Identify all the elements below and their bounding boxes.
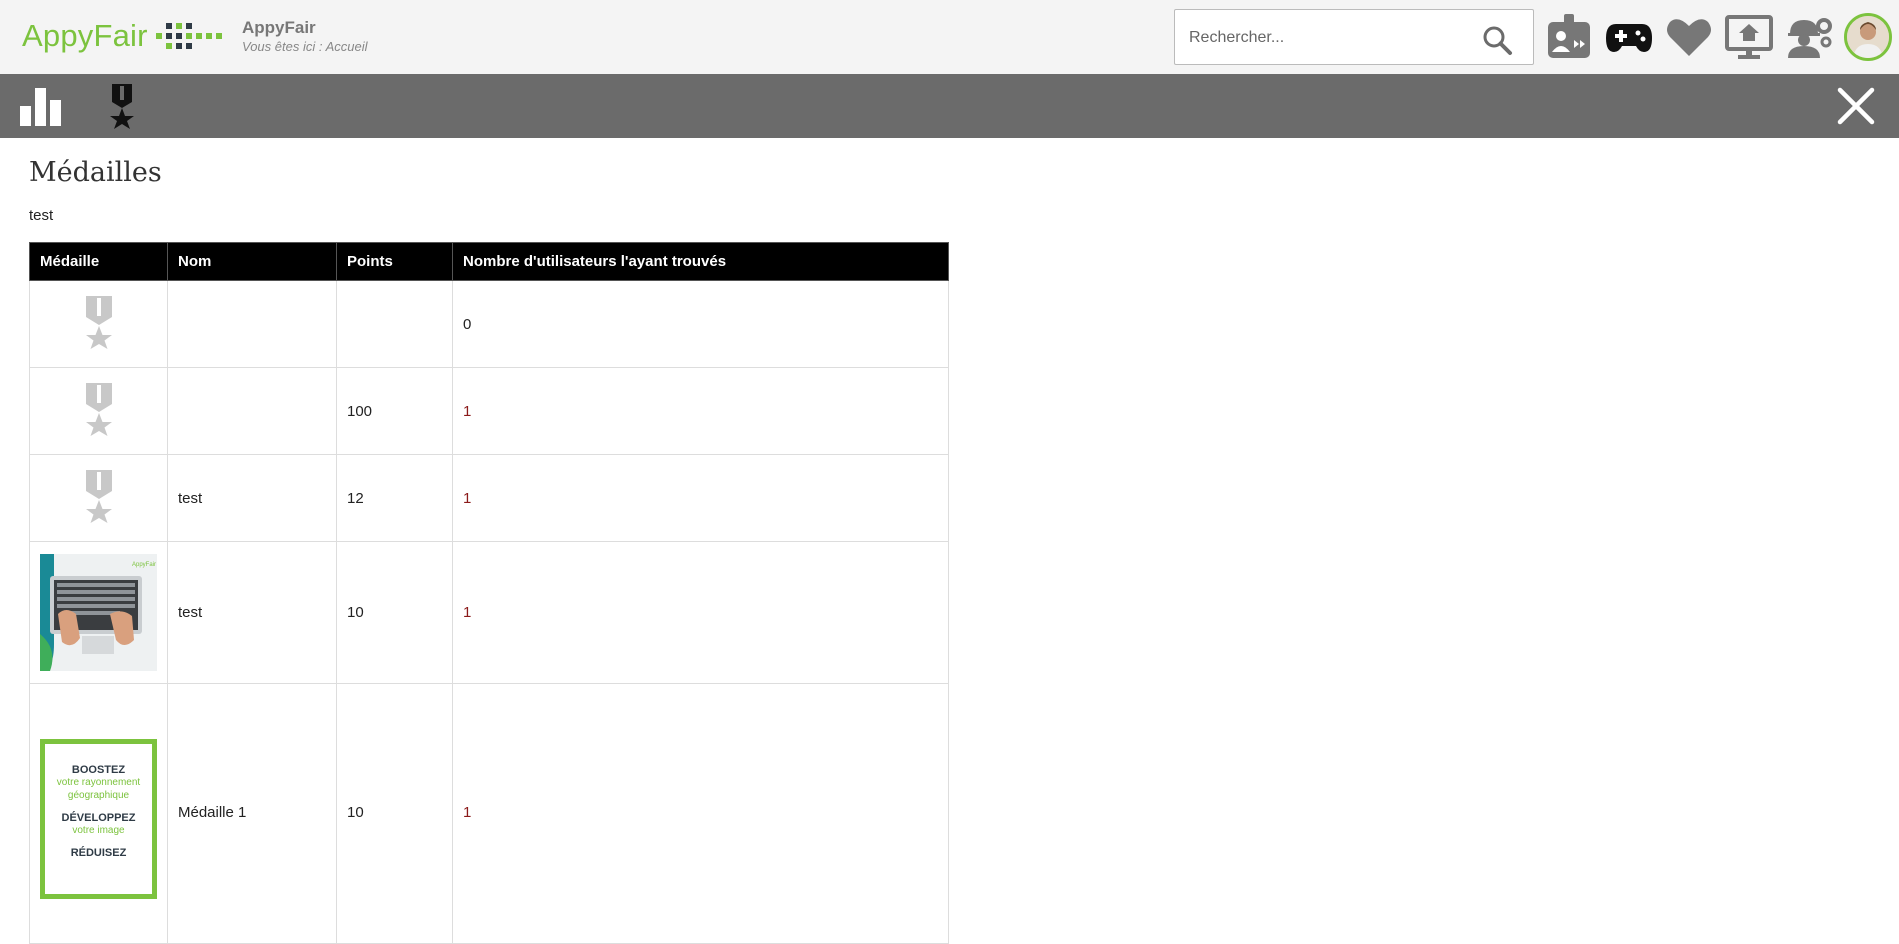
medal-cell [29, 280, 168, 368]
poster-image: BOOSTEZ votre rayonnement géographique D… [40, 738, 157, 899]
table-row[interactable]: AppyFair test 10 1 [29, 541, 949, 684]
heart-icon[interactable] [1664, 12, 1714, 62]
medal-points: 10 [336, 541, 453, 684]
search-box [1174, 9, 1534, 65]
bar-chart-icon[interactable] [18, 82, 66, 130]
medals-table: Médaille Nom Points Nombre d'utilisateur… [29, 242, 949, 944]
app-title: AppyFair [242, 18, 316, 37]
column-header-name[interactable]: Nom [167, 242, 337, 281]
user-avatar[interactable] [1844, 13, 1892, 61]
search-icon[interactable] [1481, 24, 1513, 56]
medal-cell [29, 454, 168, 542]
monitor-home-icon[interactable] [1724, 12, 1774, 62]
table-row[interactable]: 100 1 [29, 367, 949, 455]
table-header-row: Médaille Nom Points Nombre d'utilisateur… [29, 242, 949, 281]
medal-users-count[interactable]: 1 [452, 367, 949, 455]
medal-icon[interactable] [98, 82, 146, 130]
medal-points: 12 [336, 454, 453, 542]
medal-cell: BOOSTEZ votre rayonnement géographique D… [29, 683, 168, 944]
page-subtitle: test [29, 207, 54, 224]
medal-users-count[interactable]: 0 [452, 280, 949, 368]
column-header-points[interactable]: Points [336, 242, 453, 281]
medal-placeholder-icon [85, 296, 112, 349]
logo-text: AppyFair [22, 18, 148, 53]
table-row[interactable]: BOOSTEZ votre rayonnement géographique D… [29, 683, 949, 944]
gamepad-icon[interactable] [1604, 12, 1654, 62]
medal-points: 10 [336, 683, 453, 944]
svg-text:AppyFair: AppyFair [132, 562, 156, 568]
search-input[interactable] [1189, 24, 1469, 52]
user-avatar-photo [1847, 16, 1889, 58]
medal-users-count[interactable]: 1 [452, 683, 949, 944]
table-row[interactable]: 0 [29, 280, 949, 368]
medal-name: test [167, 541, 337, 684]
medal-points: 100 [336, 367, 453, 455]
medal-users-count[interactable]: 1 [452, 541, 949, 684]
worker-settings-icon[interactable] [1784, 12, 1834, 62]
app-logo[interactable]: AppyFair [22, 18, 224, 54]
table-row[interactable]: test 12 1 [29, 454, 949, 542]
content-toolbar [0, 74, 1899, 138]
medal-name: test [167, 454, 337, 542]
medal-placeholder-icon [85, 383, 112, 436]
medal-cell: AppyFair [29, 541, 168, 684]
medal-placeholder-icon [85, 470, 112, 523]
medal-name [167, 367, 337, 455]
logo-dots-icon [155, 20, 224, 52]
top-header: AppyFair AppyFair Vous êtes ici : Accuei… [0, 0, 1899, 74]
page-title: Médailles [29, 157, 162, 188]
breadcrumb[interactable]: Vous êtes ici : Accueil [242, 39, 367, 54]
medal-cell [29, 367, 168, 455]
medal-points [336, 280, 453, 368]
medal-users-count[interactable]: 1 [452, 454, 949, 542]
close-icon[interactable] [1832, 82, 1880, 130]
column-header-medal[interactable]: Médaille [29, 242, 168, 281]
badge-icon[interactable] [1544, 12, 1594, 62]
medal-name: Médaille 1 [167, 683, 337, 944]
column-header-users[interactable]: Nombre d'utilisateurs l'ayant trouvés [452, 242, 949, 281]
medal-name [167, 280, 337, 368]
laptop-photo-image: AppyFair [40, 554, 157, 671]
